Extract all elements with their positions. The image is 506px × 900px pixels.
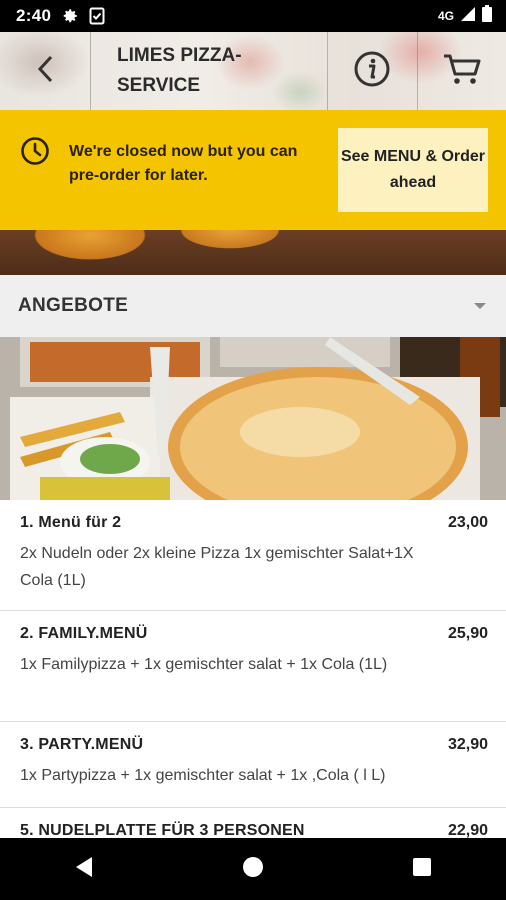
menu-item-name: 3. PARTY.MENÜ (20, 736, 144, 753)
menu-item-price: 25,90 (447, 625, 488, 642)
menu-item-price: 32,90 (447, 736, 488, 753)
menu-item-name: 1. Menü für 2 (20, 514, 122, 531)
triangle-back-icon (74, 856, 94, 883)
menu-item-name: 2. FAMILY.MENÜ (20, 625, 148, 642)
back-button[interactable] (0, 32, 90, 110)
menu-item[interactable]: 3. PARTY.MENÜ 32,90 1x Partypizza + 1x g… (0, 722, 506, 808)
circle-home-icon (242, 856, 264, 883)
category-food-image (0, 337, 506, 500)
see-menu-order-ahead-button[interactable]: See MENU & Order ahead (338, 128, 488, 212)
closed-message: We're closed now but you can pre-order f… (69, 143, 298, 184)
menu-item-description: 1x Partypizza + 1x gemischter salat + 1x… (20, 767, 386, 784)
menu-list: 1. Menü für 2 23,00 2x Nudeln oder 2x kl… (0, 500, 506, 868)
pizza-banner-image (0, 230, 506, 275)
info-button[interactable] (327, 32, 417, 110)
caret-down-icon (474, 303, 486, 309)
menu-item-description: 2x Nudeln oder 2x kleine Pizza 1x gemisc… (20, 545, 414, 589)
nav-back-button[interactable] (54, 849, 114, 889)
clock-icon (20, 136, 50, 171)
menu-item[interactable]: 2. FAMILY.MENÜ 25,90 1x Familypizza + 1x… (0, 611, 506, 722)
cart-icon (442, 52, 482, 91)
square-recents-icon (412, 857, 432, 882)
menu-item-price: 23,00 (447, 514, 488, 531)
signal-icon (460, 6, 476, 27)
closed-banner: We're closed now but you can pre-order f… (0, 110, 506, 230)
category-title: ANGEBOTE (18, 295, 129, 316)
cart-button[interactable] (417, 32, 506, 110)
page-title: LIMES PIZZA-SERVICE (117, 45, 242, 96)
category-header[interactable]: ANGEBOTE (0, 275, 506, 337)
status-bar: 2:40 4G (0, 0, 506, 32)
clipboard-icon (89, 7, 107, 25)
info-icon (353, 50, 391, 93)
system-nav-bar (0, 838, 506, 900)
battery-icon (482, 5, 492, 27)
menu-item[interactable]: 1. Menü für 2 23,00 2x Nudeln oder 2x kl… (0, 500, 506, 611)
chevron-left-icon (35, 54, 55, 89)
settings-gear-icon (61, 7, 79, 25)
app-header: LIMES PIZZA-SERVICE (0, 32, 506, 110)
status-time: 2:40 (16, 6, 52, 25)
menu-item-description: 1x Familypizza + 1x gemischter salat + 1… (20, 656, 388, 673)
nav-recents-button[interactable] (392, 849, 452, 889)
network-type: 4G (437, 9, 454, 23)
nav-home-button[interactable] (223, 849, 283, 889)
